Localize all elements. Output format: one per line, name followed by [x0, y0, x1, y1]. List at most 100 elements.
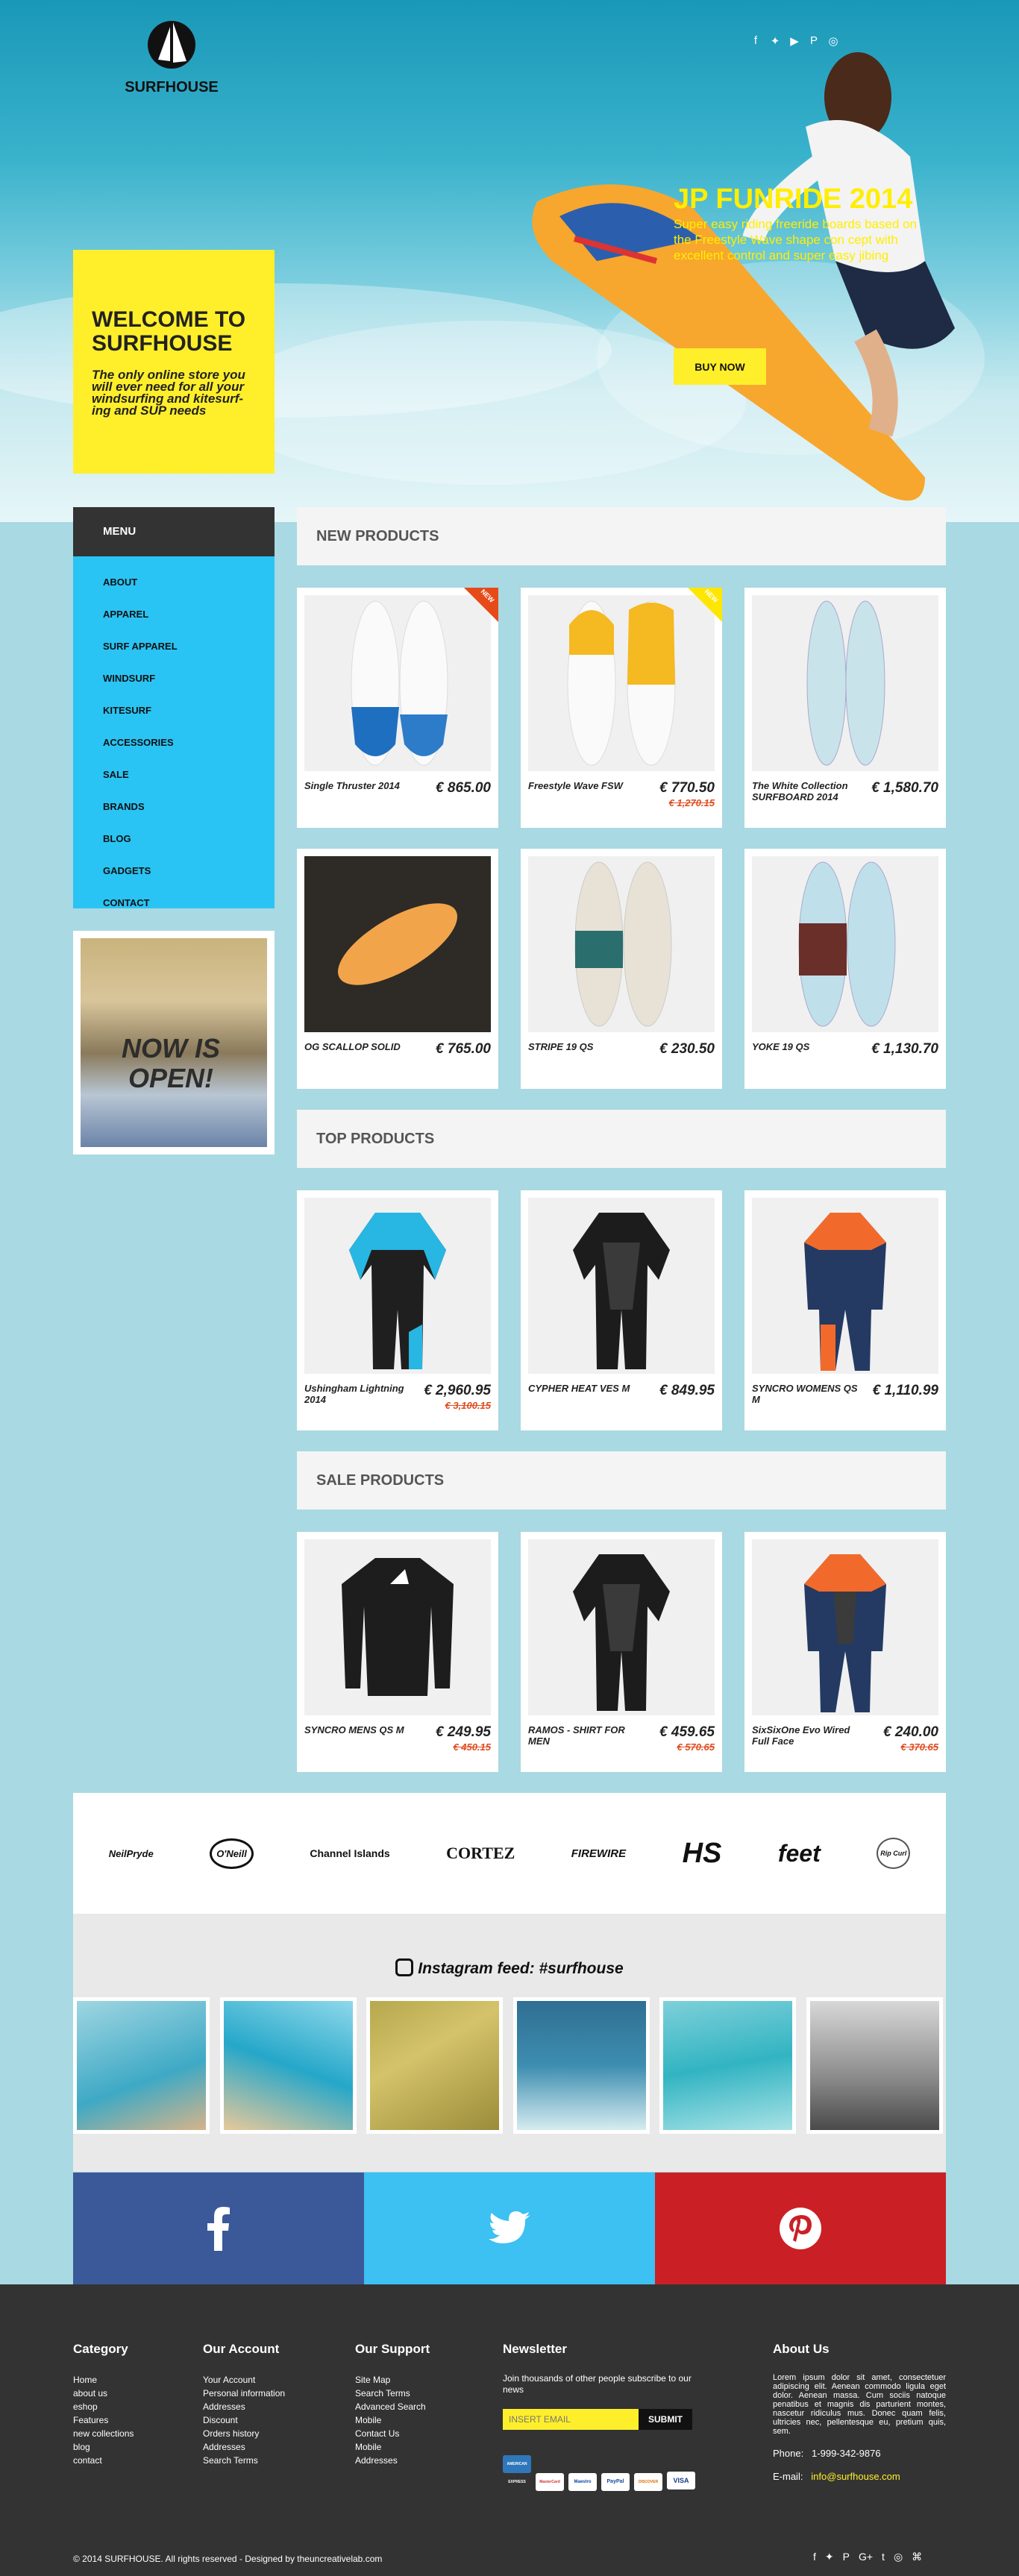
product-card[interactable]: RAMOS - SHIRT FOR MEN € 459.65 € 570.65 — [521, 1532, 722, 1772]
product-card[interactable]: YOKE 19 QS € 1,130.70 — [744, 849, 946, 1089]
product-name[interactable]: Single Thruster 2014 — [304, 780, 416, 791]
brand-logo-oneill[interactable]: O'Neill — [210, 1838, 254, 1869]
product-card[interactable]: CYPHER HEAT VES M € 849.95 — [521, 1190, 722, 1430]
header-social-links: f ✦ ▶ P ◎ — [750, 34, 839, 48]
google-plus-icon[interactable]: G+ — [859, 2551, 873, 2563]
newsletter-email-input[interactable] — [503, 2409, 639, 2430]
product-card[interactable]: OG SCALLOP SOLID € 765.00 — [297, 849, 498, 1089]
youtube-icon[interactable]: ▶ — [788, 34, 800, 48]
product-card[interactable]: SixSixOne Evo Wired Full Face € 240.00 €… — [744, 1532, 946, 1772]
footer-link[interactable]: eshop — [73, 2400, 185, 2413]
promo-block: JP FUNRIDE 2014 Super easy riding freeri… — [674, 185, 920, 263]
product-card[interactable]: SYNCRO MENS QS M € 249.95 € 450.15 — [297, 1532, 498, 1772]
product-name[interactable]: STRIPE 19 QS — [528, 1041, 640, 1052]
footer-link[interactable]: Your Account — [203, 2373, 337, 2387]
twitter-icon[interactable]: ✦ — [769, 34, 781, 48]
menu-item-sale[interactable]: SALE — [103, 758, 275, 791]
footer-link[interactable]: blog — [73, 2440, 185, 2454]
product-name[interactable]: The White Collection SURFBOARD 2014 — [752, 780, 864, 802]
instagram-photo[interactable] — [220, 1997, 357, 2134]
instagram-photo[interactable] — [366, 1997, 503, 2134]
facebook-icon[interactable]: f — [750, 34, 762, 48]
footer-about: About Us Lorem ipsum dolor sit amet, con… — [773, 2342, 946, 2482]
twitter-icon[interactable]: ✦ — [825, 2551, 834, 2563]
email-link[interactable]: info@surfhouse.com — [811, 2471, 900, 2482]
footer-link[interactable]: Addresses — [203, 2440, 337, 2454]
footer-link[interactable]: Search Terms — [355, 2387, 489, 2400]
product-name[interactable]: CYPHER HEAT VES M — [528, 1383, 640, 1394]
footer-link[interactable]: Personal information — [203, 2387, 337, 2400]
facebook-share-tile[interactable] — [73, 2173, 364, 2284]
menu-item-windsurf[interactable]: WINDSURF — [103, 662, 275, 694]
instagram-photo[interactable] — [806, 1997, 943, 2134]
footer-link[interactable]: Home — [73, 2373, 185, 2387]
footer-about-title: About Us — [773, 2342, 830, 2356]
logo[interactable]: SURFHOUSE — [119, 16, 224, 96]
footer-link[interactable]: Features — [73, 2413, 185, 2427]
shop-open-banner[interactable]: NOW IS OPEN! — [73, 931, 275, 1155]
footer-link[interactable]: about us — [73, 2387, 185, 2400]
product-name[interactable]: SYNCRO WOMENS QS M — [752, 1383, 864, 1405]
pinterest-icon[interactable]: P — [808, 34, 820, 48]
menu-item-gadgets[interactable]: GADGETS — [103, 855, 275, 887]
footer-link[interactable]: Orders history — [203, 2427, 337, 2440]
menu-item-about[interactable]: ABOUT — [103, 566, 275, 598]
footer-link[interactable]: Contact Us — [355, 2427, 489, 2440]
product-name[interactable]: SixSixOne Evo Wired Full Face — [752, 1724, 864, 1747]
product-name[interactable]: RAMOS - SHIRT FOR MEN — [528, 1724, 640, 1747]
brand-logo-firewire[interactable]: FIREWIRE — [571, 1847, 626, 1860]
footer-link[interactable]: Advanced Search — [355, 2400, 489, 2413]
brand-logo-neilpryde[interactable]: NeilPryde — [109, 1848, 154, 1859]
instagram-photo[interactable] — [73, 1997, 210, 2134]
menu-item-surf-apparel[interactable]: SURF APPAREL — [103, 630, 275, 662]
instagram-photo[interactable] — [659, 1997, 796, 2134]
product-card[interactable]: NEW Single Thruster 2014 € 865.00 — [297, 588, 498, 828]
brand-logo-ripcurl[interactable]: Rip Curl — [877, 1838, 911, 1869]
product-card[interactable]: NEW Freestyle Wave FSW € 770.50 € 1,270.… — [521, 588, 722, 828]
newsletter-submit-button[interactable]: SUBMIT — [639, 2409, 692, 2430]
footer-link[interactable]: Addresses — [203, 2400, 337, 2413]
instagram-icon[interactable]: ◎ — [827, 34, 839, 48]
menu-item-kitesurf[interactable]: KITESURF — [103, 694, 275, 726]
product-name[interactable]: SYNCRO MENS QS M — [304, 1724, 416, 1735]
facebook-icon[interactable]: f — [813, 2551, 816, 2563]
about-phone-row: Phone: 1-999-342-9876 — [773, 2448, 946, 2459]
menu-item-contact[interactable]: CONTACT — [103, 887, 275, 919]
instagram-icon[interactable]: ◎ — [894, 2551, 903, 2563]
footer-link[interactable]: Search Terms — [203, 2454, 337, 2467]
brand-logo-feet[interactable]: feet — [778, 1840, 821, 1867]
wetsuit-image — [804, 1213, 886, 1371]
payment-methods: AMERICAN EXPRESS MasterCard Maestro PayPal D… — [503, 2455, 712, 2491]
footer-link[interactable]: Mobile — [355, 2413, 489, 2427]
menu-item-apparel[interactable]: APPAREL — [103, 598, 275, 630]
pinterest-share-tile[interactable] — [655, 2173, 946, 2284]
product-name[interactable]: YOKE 19 QS — [752, 1041, 864, 1052]
instagram-photo[interactable] — [513, 1997, 650, 2134]
product-name[interactable]: Ushingham Lightning 2014 — [304, 1383, 416, 1405]
pinterest-icon[interactable]: P — [843, 2551, 850, 2563]
footer-link[interactable]: Discount — [203, 2413, 337, 2427]
menu-item-blog[interactable]: BLOG — [103, 823, 275, 855]
menu-item-accessories[interactable]: ACCESSORIES — [103, 726, 275, 758]
instagram-title-text: Instagram feed: #surfhouse — [418, 1960, 624, 1977]
product-card[interactable]: STRIPE 19 QS € 230.50 — [521, 849, 722, 1089]
brand-logo-channel-islands[interactable]: Channel Islands — [310, 1847, 389, 1859]
brand-logo-hs[interactable]: HS — [683, 1838, 722, 1870]
product-name[interactable]: OG SCALLOP SOLID — [304, 1041, 416, 1052]
footer-link[interactable]: new collections — [73, 2427, 185, 2440]
product-card[interactable]: The White Collection SURFBOARD 2014 € 1,… — [744, 588, 946, 828]
product-card[interactable]: Ushingham Lightning 2014 € 2,960.95 € 3,… — [297, 1190, 498, 1430]
product-name[interactable]: Freestyle Wave FSW — [528, 780, 640, 791]
tumblr-icon[interactable]: t — [882, 2551, 885, 2563]
footer-link[interactable]: contact — [73, 2454, 185, 2467]
footer-link[interactable]: Site Map — [355, 2373, 489, 2387]
product-card[interactable]: SYNCRO WOMENS QS M € 1,110.99 — [744, 1190, 946, 1430]
footer-link[interactable]: Addresses — [355, 2454, 489, 2467]
brand-logo-cortez[interactable]: CORTEZ — [446, 1844, 515, 1863]
footer-link[interactable]: Mobile — [355, 2440, 489, 2454]
rss-icon[interactable]: ⌘ — [912, 2551, 922, 2563]
buy-now-button[interactable]: BUY NOW — [674, 348, 766, 385]
menu-item-brands[interactable]: BRANDS — [103, 791, 275, 823]
phone-number: 1-999-342-9876 — [812, 2448, 881, 2459]
twitter-share-tile[interactable] — [364, 2173, 655, 2284]
